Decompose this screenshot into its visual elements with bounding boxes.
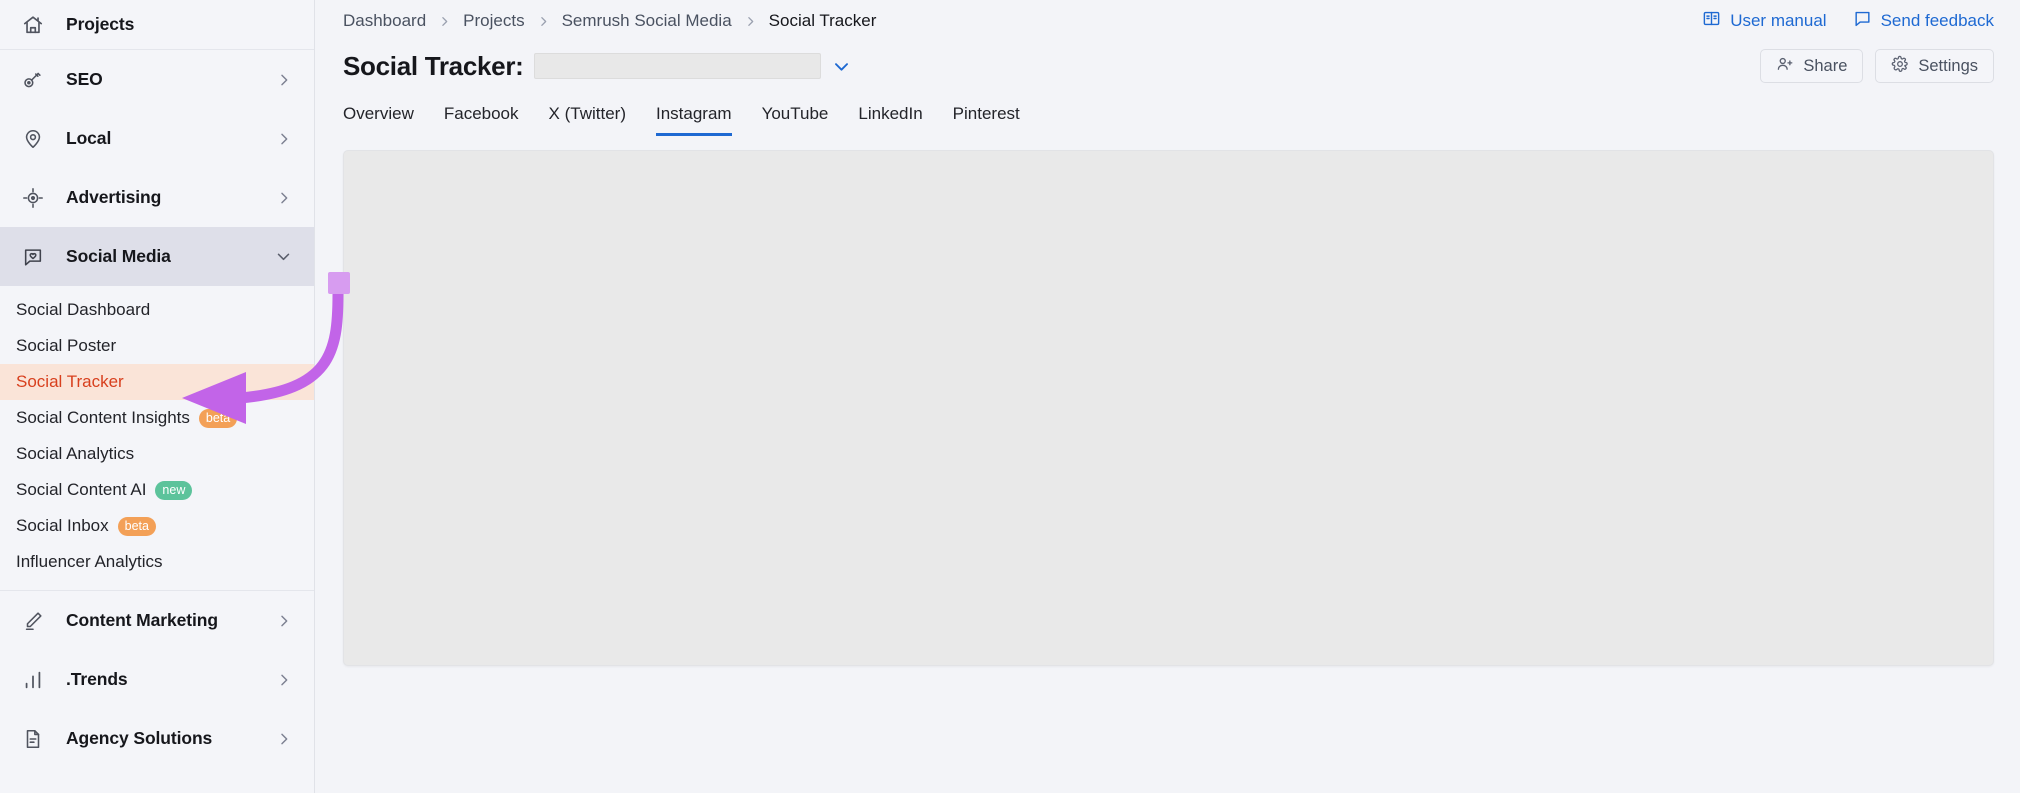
send-feedback-link[interactable]: Send feedback <box>1853 9 1994 33</box>
badge-new: new <box>155 481 192 500</box>
chevron-right-icon <box>276 131 292 147</box>
tab-overview[interactable]: Overview <box>343 104 414 136</box>
send-feedback-label: Send feedback <box>1881 11 1994 31</box>
sidebar-group-agency-solutions[interactable]: Agency Solutions <box>0 709 314 768</box>
breadcrumb-item-projects[interactable]: Projects <box>463 11 524 31</box>
badge-beta: beta <box>199 409 237 428</box>
sidebar-item-influencer-analytics[interactable]: Influencer Analytics <box>0 544 314 580</box>
sidebar-item-social-analytics[interactable]: Social Analytics <box>0 436 314 472</box>
sidebar-group-content-marketing[interactable]: Content Marketing <box>0 591 314 650</box>
sidebar-group-label: .Trends <box>66 669 128 690</box>
sidebar-subitem-label: Social Analytics <box>16 444 134 464</box>
social-media-subnav: Social Dashboard Social Poster Social Tr… <box>0 286 314 590</box>
sidebar-group-label: Content Marketing <box>66 610 218 631</box>
sidebar-group-trends[interactable]: .Trends <box>0 650 314 709</box>
chevron-right-icon <box>276 72 292 88</box>
breadcrumb-separator-icon <box>744 15 757 28</box>
sidebar-subitem-label: Influencer Analytics <box>16 552 162 572</box>
sidebar-subitem-label: Social Content AI <box>16 480 146 500</box>
platform-tabs: Overview Facebook X (Twitter) Instagram … <box>315 90 2020 136</box>
tab-facebook[interactable]: Facebook <box>444 104 519 136</box>
share-label: Share <box>1803 57 1847 76</box>
project-selector-value[interactable] <box>534 53 821 79</box>
breadcrumb: Dashboard Projects Semrush Social Media … <box>343 11 876 31</box>
share-button[interactable]: Share <box>1760 49 1863 83</box>
sidebar: Projects SEO Local <box>0 0 315 793</box>
sidebar-item-social-poster[interactable]: Social Poster <box>0 328 314 364</box>
target-icon <box>22 187 44 209</box>
person-add-icon <box>1776 55 1794 78</box>
breadcrumb-item-semrush-social-media[interactable]: Semrush Social Media <box>562 11 732 31</box>
chevron-right-icon <box>276 190 292 206</box>
sidebar-item-label: Projects <box>66 14 134 35</box>
content-area <box>315 136 2020 666</box>
speech-bubble-icon <box>1853 9 1872 33</box>
tab-instagram[interactable]: Instagram <box>656 104 732 136</box>
sidebar-group-label: Agency Solutions <box>66 728 212 749</box>
sidebar-group-social-media[interactable]: Social Media <box>0 227 314 286</box>
tab-youtube[interactable]: YouTube <box>762 104 829 136</box>
top-bar-actions: User manual Send feedback <box>1702 9 1994 33</box>
sidebar-group-local[interactable]: Local <box>0 109 314 168</box>
app-root: Projects SEO Local <box>0 0 2020 793</box>
user-manual-link[interactable]: User manual <box>1702 9 1826 33</box>
chevron-right-icon <box>276 731 292 747</box>
key-icon <box>22 69 44 91</box>
sidebar-subitem-label: Social Dashboard <box>16 300 150 320</box>
pencil-icon <box>22 610 44 632</box>
home-icon <box>22 14 44 36</box>
book-icon <box>1702 9 1721 33</box>
map-pin-icon <box>22 128 44 150</box>
chevron-right-icon <box>276 613 292 629</box>
chevron-down-icon[interactable] <box>832 57 851 76</box>
settings-button[interactable]: Settings <box>1875 49 1994 83</box>
sidebar-subitem-label: Social Tracker <box>16 372 124 392</box>
user-manual-label: User manual <box>1730 11 1826 31</box>
bar-chart-icon <box>22 669 44 691</box>
main-area: Dashboard Projects Semrush Social Media … <box>315 0 2020 793</box>
top-bar: Dashboard Projects Semrush Social Media … <box>315 0 2020 42</box>
chat-heart-icon <box>22 246 44 268</box>
gear-icon <box>1891 55 1909 78</box>
sidebar-subitem-label: Social Inbox <box>16 516 109 536</box>
sidebar-group-label: Local <box>66 128 111 149</box>
sidebar-item-social-content-insights[interactable]: Social Content Insights beta <box>0 400 314 436</box>
title-row-actions: Share Settings <box>1760 49 1994 83</box>
tab-pinterest[interactable]: Pinterest <box>953 104 1020 136</box>
chevron-right-icon <box>276 672 292 688</box>
breadcrumb-item-social-tracker: Social Tracker <box>769 11 877 31</box>
settings-label: Settings <box>1918 57 1978 76</box>
badge-beta: beta <box>118 517 156 536</box>
sidebar-group-label: Advertising <box>66 187 161 208</box>
document-icon <box>22 728 44 750</box>
title-row: Social Tracker: Share <box>315 42 2020 90</box>
chevron-down-icon <box>275 248 292 265</box>
sidebar-item-social-content-ai[interactable]: Social Content AI new <box>0 472 314 508</box>
sidebar-item-social-tracker[interactable]: Social Tracker <box>0 364 314 400</box>
sidebar-item-social-dashboard[interactable]: Social Dashboard <box>0 292 314 328</box>
sidebar-group-label: SEO <box>66 69 103 90</box>
sidebar-item-projects[interactable]: Projects <box>0 0 314 50</box>
sidebar-group-advertising[interactable]: Advertising <box>0 168 314 227</box>
breadcrumb-separator-icon <box>537 15 550 28</box>
sidebar-group-label: Social Media <box>66 246 171 267</box>
sidebar-group-seo[interactable]: SEO <box>0 50 314 109</box>
breadcrumb-item-dashboard[interactable]: Dashboard <box>343 11 426 31</box>
sidebar-item-social-inbox[interactable]: Social Inbox beta <box>0 508 314 544</box>
tab-linkedin[interactable]: LinkedIn <box>858 104 922 136</box>
sidebar-subitem-label: Social Poster <box>16 336 116 356</box>
page-title: Social Tracker: <box>343 51 524 82</box>
tab-x-twitter[interactable]: X (Twitter) <box>549 104 626 136</box>
sidebar-subitem-label: Social Content Insights <box>16 408 190 428</box>
content-placeholder-panel <box>343 150 1994 666</box>
breadcrumb-separator-icon <box>438 15 451 28</box>
